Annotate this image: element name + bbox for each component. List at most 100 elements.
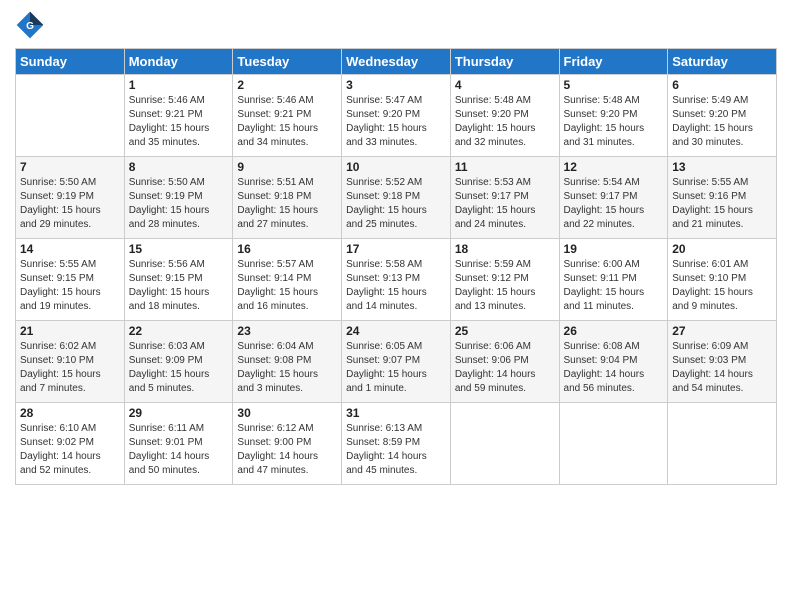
day-cell: 29 Sunrise: 6:11 AMSunset: 9:01 PMDayligh… (124, 403, 233, 485)
header-cell-saturday: Saturday (668, 49, 777, 75)
day-cell (668, 403, 777, 485)
day-cell: 14Sunrise: 5:55 AMSunset: 9:15 PMDayligh… (16, 239, 125, 321)
day-info: Sunrise: 5:54 AMSunset: 9:17 PMDaylight:… (564, 176, 664, 232)
day-info: Sunrise: 5:49 AMSunset: 9:20 PMDaylight:… (672, 94, 772, 150)
day-number: 18 (455, 242, 555, 256)
day-number: 5 (564, 78, 664, 92)
day-info: Sunrise: 6:12 AMSunset: 9:00 PMDaylight:… (237, 422, 337, 478)
header-cell-thursday: Thursday (450, 49, 559, 75)
svg-text:G: G (26, 21, 34, 32)
day-info: Sunrise: 6:13 AMSunset: 8:59 PMDaylight:… (346, 422, 446, 478)
week-row-5: 28 Sunrise: 6:10 AMSunset: 9:02 PMDayligh… (16, 403, 777, 485)
day-cell: 1 Sunrise: 5:46 AMSunset: 9:21 PMDaylight… (124, 75, 233, 157)
day-number: 12 (564, 160, 664, 174)
day-info: Sunrise: 6:09 AMSunset: 9:03 PMDaylight:… (672, 340, 772, 396)
day-info: Sunrise: 6:01 AMSunset: 9:10 PMDaylight:… (672, 258, 772, 314)
day-number: 27 (672, 324, 772, 338)
day-number: 26 (564, 324, 664, 338)
day-cell: 23 Sunrise: 6:04 AMSunset: 9:08 PMDayligh… (233, 321, 342, 403)
day-info: Sunrise: 5:58 AMSunset: 9:13 PMDaylight:… (346, 258, 446, 314)
day-cell (16, 75, 125, 157)
week-row-1: 1 Sunrise: 5:46 AMSunset: 9:21 PMDaylight… (16, 75, 777, 157)
day-number: 23 (237, 324, 337, 338)
day-cell: 5Sunrise: 5:48 AMSunset: 9:20 PMDaylight… (559, 75, 668, 157)
calendar-body: 1 Sunrise: 5:46 AMSunset: 9:21 PMDaylight… (16, 75, 777, 485)
day-number: 3 (346, 78, 446, 92)
day-cell: 6 Sunrise: 5:49 AMSunset: 9:20 PMDaylight… (668, 75, 777, 157)
day-info: Sunrise: 6:00 AMSunset: 9:11 PMDaylight:… (564, 258, 664, 314)
day-info: Sunrise: 6:10 AMSunset: 9:02 PMDaylight:… (20, 422, 120, 478)
day-info: Sunrise: 5:51 AMSunset: 9:18 PMDaylight:… (237, 176, 337, 232)
day-cell: 16Sunrise: 5:57 AMSunset: 9:14 PMDayligh… (233, 239, 342, 321)
day-cell: 24Sunrise: 6:05 AMSunset: 9:07 PMDayligh… (342, 321, 451, 403)
day-number: 29 (129, 406, 229, 420)
day-number: 20 (672, 242, 772, 256)
day-number: 14 (20, 242, 120, 256)
header: G (15, 10, 777, 40)
day-info: Sunrise: 5:57 AMSunset: 9:14 PMDaylight:… (237, 258, 337, 314)
day-number: 24 (346, 324, 446, 338)
day-cell: 22 Sunrise: 6:03 AMSunset: 9:09 PMDayligh… (124, 321, 233, 403)
day-number: 6 (672, 78, 772, 92)
day-cell (559, 403, 668, 485)
day-number: 4 (455, 78, 555, 92)
day-cell: 12 Sunrise: 5:54 AMSunset: 9:17 PMDayligh… (559, 157, 668, 239)
day-number: 22 (129, 324, 229, 338)
day-info: Sunrise: 5:53 AMSunset: 9:17 PMDaylight:… (455, 176, 555, 232)
header-row: SundayMondayTuesdayWednesdayThursdayFrid… (16, 49, 777, 75)
day-number: 9 (237, 160, 337, 174)
day-cell: 2Sunrise: 5:46 AMSunset: 9:21 PMDaylight… (233, 75, 342, 157)
day-cell: 26Sunrise: 6:08 AMSunset: 9:04 PMDayligh… (559, 321, 668, 403)
day-number: 8 (129, 160, 229, 174)
day-number: 28 (20, 406, 120, 420)
day-info: Sunrise: 5:46 AMSunset: 9:21 PMDaylight:… (129, 94, 229, 150)
day-number: 19 (564, 242, 664, 256)
header-cell-tuesday: Tuesday (233, 49, 342, 75)
day-number: 21 (20, 324, 120, 338)
day-number: 11 (455, 160, 555, 174)
header-cell-sunday: Sunday (16, 49, 125, 75)
day-info: Sunrise: 5:48 AMSunset: 9:20 PMDaylight:… (455, 94, 555, 150)
day-info: Sunrise: 6:06 AMSunset: 9:06 PMDaylight:… (455, 340, 555, 396)
day-number: 7 (20, 160, 120, 174)
day-info: Sunrise: 5:52 AMSunset: 9:18 PMDaylight:… (346, 176, 446, 232)
day-cell: 28 Sunrise: 6:10 AMSunset: 9:02 PMDayligh… (16, 403, 125, 485)
day-info: Sunrise: 6:11 AMSunset: 9:01 PMDaylight:… (129, 422, 229, 478)
day-cell: 15 Sunrise: 5:56 AMSunset: 9:15 PMDayligh… (124, 239, 233, 321)
day-info: Sunrise: 5:55 AMSunset: 9:16 PMDaylight:… (672, 176, 772, 232)
day-number: 31 (346, 406, 446, 420)
header-cell-wednesday: Wednesday (342, 49, 451, 75)
day-cell: 25 Sunrise: 6:06 AMSunset: 9:06 PMDayligh… (450, 321, 559, 403)
logo: G (15, 10, 47, 40)
day-cell: 11 Sunrise: 5:53 AMSunset: 9:17 PMDayligh… (450, 157, 559, 239)
day-cell: 27 Sunrise: 6:09 AMSunset: 9:03 PMDayligh… (668, 321, 777, 403)
day-number: 25 (455, 324, 555, 338)
day-info: Sunrise: 6:04 AMSunset: 9:08 PMDaylight:… (237, 340, 337, 396)
logo-icon: G (15, 10, 45, 40)
day-cell: 19 Sunrise: 6:00 AMSunset: 9:11 PMDayligh… (559, 239, 668, 321)
day-cell: 9 Sunrise: 5:51 AMSunset: 9:18 PMDaylight… (233, 157, 342, 239)
day-number: 10 (346, 160, 446, 174)
day-number: 15 (129, 242, 229, 256)
day-number: 2 (237, 78, 337, 92)
day-cell: 13Sunrise: 5:55 AMSunset: 9:16 PMDayligh… (668, 157, 777, 239)
day-cell: 8 Sunrise: 5:50 AMSunset: 9:19 PMDaylight… (124, 157, 233, 239)
day-info: Sunrise: 5:59 AMSunset: 9:12 PMDaylight:… (455, 258, 555, 314)
day-info: Sunrise: 5:50 AMSunset: 9:19 PMDaylight:… (20, 176, 120, 232)
day-info: Sunrise: 5:50 AMSunset: 9:19 PMDaylight:… (129, 176, 229, 232)
header-cell-friday: Friday (559, 49, 668, 75)
day-info: Sunrise: 5:47 AMSunset: 9:20 PMDaylight:… (346, 94, 446, 150)
day-cell: 18 Sunrise: 5:59 AMSunset: 9:12 PMDayligh… (450, 239, 559, 321)
day-number: 1 (129, 78, 229, 92)
week-row-3: 14Sunrise: 5:55 AMSunset: 9:15 PMDayligh… (16, 239, 777, 321)
day-number: 17 (346, 242, 446, 256)
page: G SundayMondayTuesdayWednesdayThursdayFr… (0, 0, 792, 612)
day-cell: 17 Sunrise: 5:58 AMSunset: 9:13 PMDayligh… (342, 239, 451, 321)
day-info: Sunrise: 6:03 AMSunset: 9:09 PMDaylight:… (129, 340, 229, 396)
week-row-2: 7 Sunrise: 5:50 AMSunset: 9:19 PMDaylight… (16, 157, 777, 239)
day-cell: 21Sunrise: 6:02 AMSunset: 9:10 PMDayligh… (16, 321, 125, 403)
day-cell: 10 Sunrise: 5:52 AMSunset: 9:18 PMDayligh… (342, 157, 451, 239)
day-cell: 7 Sunrise: 5:50 AMSunset: 9:19 PMDaylight… (16, 157, 125, 239)
day-info: Sunrise: 5:56 AMSunset: 9:15 PMDaylight:… (129, 258, 229, 314)
calendar-table: SundayMondayTuesdayWednesdayThursdayFrid… (15, 48, 777, 485)
